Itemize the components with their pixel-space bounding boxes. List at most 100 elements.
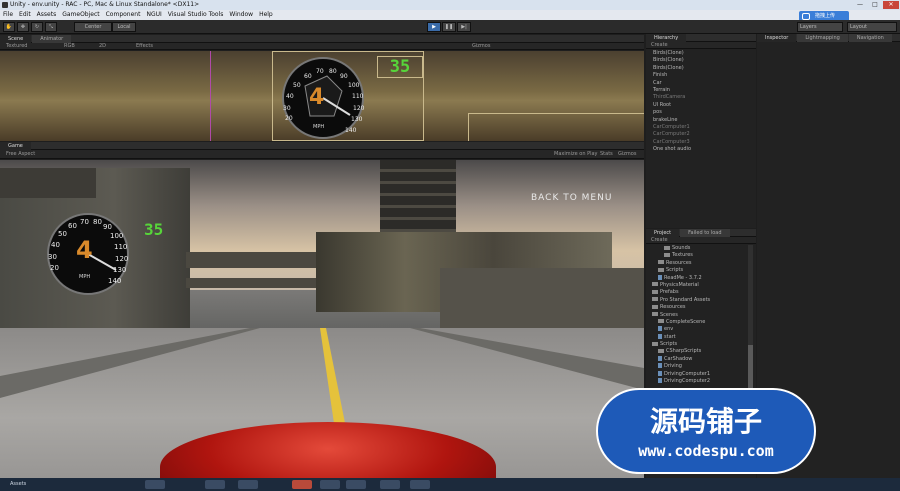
project-item[interactable]: Scenes [652, 312, 748, 319]
close-button[interactable]: ✕ [883, 1, 899, 9]
hand-tool-button[interactable]: ✋ [3, 22, 15, 32]
hierarchy-item[interactable]: Birds(Clone) [646, 50, 756, 57]
tab-project[interactable]: Project [646, 229, 680, 237]
project-item[interactable]: Textures [652, 252, 748, 259]
taskbar-app[interactable] [238, 480, 258, 489]
stats-toggle[interactable]: Stats [600, 150, 613, 159]
minimize-button[interactable]: — [853, 1, 867, 9]
project-item[interactable]: Driving [652, 363, 748, 370]
tab-failed-to-load[interactable]: Failed to load [680, 229, 730, 237]
upload-badge-label: 拖拽上传 [815, 13, 836, 19]
status-label: Assets [10, 481, 27, 487]
tab-inspector[interactable]: Inspector [757, 34, 797, 42]
menu-help[interactable]: Help [256, 10, 276, 20]
hierarchy-item[interactable]: Birds(Clone) [646, 65, 756, 72]
taskbar-app[interactable] [205, 480, 225, 489]
aspect-dropdown[interactable]: Free Aspect [6, 150, 35, 159]
project-item[interactable]: Scripts [652, 267, 748, 274]
project-item-label: CSharpScripts [666, 348, 702, 355]
hierarchy-item[interactable]: pos [646, 109, 756, 116]
tab-lightmapping[interactable]: Lightmapping [797, 34, 848, 42]
hud-speed-unit: MPH [79, 274, 91, 280]
folder-icon [652, 304, 658, 309]
tab-scene[interactable]: Scene [0, 35, 32, 43]
hierarchy-item[interactable]: CarComputer3 [646, 139, 756, 146]
project-item-label: Pro Standard Assets [660, 296, 711, 303]
project-item[interactable]: Pro Standard Assets [652, 297, 748, 304]
hierarchy-item[interactable]: One shot audio [646, 146, 756, 153]
project-item-label: CompleteScene [666, 318, 706, 325]
2d-toggle[interactable]: 2D [99, 43, 106, 50]
taskbar-app[interactable] [346, 480, 366, 489]
gauge-tick: 120 [353, 105, 365, 112]
project-create-button[interactable]: Create [651, 237, 668, 244]
effects-dropdown[interactable]: Effects [136, 43, 153, 50]
project-item[interactable]: ReadMe - 3.7.2 [652, 274, 748, 282]
project-item[interactable]: Resources [652, 304, 748, 311]
project-item[interactable]: Scripts [652, 341, 748, 348]
cloud-icon [802, 13, 810, 20]
pivot-center-toggle[interactable]: Center [74, 22, 112, 32]
tab-animator[interactable]: Animator [32, 35, 72, 43]
hierarchy-create-button[interactable]: Create [651, 42, 668, 49]
project-item[interactable]: CarShadow [652, 355, 748, 363]
taskbar-app[interactable] [380, 480, 400, 489]
project-item[interactable]: DrivingComputer2 [652, 378, 748, 385]
hierarchy-item[interactable]: Finish [646, 72, 756, 79]
hierarchy-item[interactable]: ThirdCamera [646, 94, 756, 101]
back-to-menu-button[interactable]: BACK TO MENU [531, 193, 612, 203]
hierarchy-item[interactable]: brakeLine [646, 117, 756, 124]
project-item[interactable]: start [652, 333, 748, 341]
tab-hierarchy[interactable]: Hierarchy [646, 34, 687, 42]
layers-dropdown[interactable]: Layers [797, 22, 843, 32]
hierarchy-item[interactable]: Birds(Clone) [646, 57, 756, 64]
play-button[interactable]: ▶ [427, 22, 441, 32]
project-item[interactable]: PhysicsMaterial [652, 282, 748, 289]
folder-icon [658, 260, 664, 265]
project-item-label: ReadMe - 3.7.2 [664, 274, 702, 281]
game-gizmos-dropdown[interactable]: Gizmos [618, 150, 636, 159]
game-view[interactable]: 20 30 40 50 60 70 80 90 100 110 120 130 … [0, 160, 644, 478]
tab-game[interactable]: Game [0, 142, 31, 150]
menu-ngui[interactable]: NGUI [143, 10, 164, 20]
hierarchy-item[interactable]: CarComputer2 [646, 131, 756, 138]
project-item[interactable]: Sounds [652, 245, 748, 252]
rotate-tool-button[interactable]: ↻ [31, 22, 43, 32]
taskbar-app[interactable] [410, 480, 430, 489]
hierarchy-item[interactable]: UI Root [646, 102, 756, 109]
menu-component[interactable]: Component [103, 10, 144, 20]
scale-tool-button[interactable]: ⤡ [45, 22, 57, 32]
hierarchy-item[interactable]: Terrain [646, 87, 756, 94]
menu-file[interactable]: File [0, 10, 16, 20]
pause-button[interactable]: ❚❚ [442, 22, 456, 32]
project-item[interactable]: CSharpScripts [652, 348, 748, 355]
maximize-button[interactable]: □ [868, 1, 882, 9]
menu-gameobject[interactable]: GameObject [59, 10, 102, 20]
scene-gizmos-dropdown[interactable]: Gizmos [472, 43, 490, 50]
taskbar-app[interactable] [145, 480, 165, 489]
rgb-dropdown[interactable]: RGB [64, 43, 75, 50]
hierarchy-item[interactable]: CarComputer1 [646, 124, 756, 131]
move-tool-button[interactable]: ✥ [17, 22, 29, 32]
window-title: Unity - env.unity - RAC - PC, Mac & Linu… [10, 1, 200, 8]
step-button[interactable]: ▶| [457, 22, 471, 32]
pivot-local-toggle[interactable]: Local [112, 22, 136, 32]
hierarchy-item[interactable]: Car [646, 80, 756, 87]
menu-window[interactable]: Window [226, 10, 256, 20]
project-item[interactable]: env [652, 326, 748, 333]
shading-mode-dropdown[interactable]: Textured [6, 43, 27, 50]
scene-view[interactable]: 20 30 40 50 60 70 80 90 100 110 120 130 … [0, 51, 644, 141]
menu-visual-studio-tools[interactable]: Visual Studio Tools [165, 10, 227, 20]
taskbar-app[interactable] [320, 480, 340, 489]
project-item[interactable]: CompleteScene [652, 319, 748, 326]
menu-edit[interactable]: Edit [16, 10, 34, 20]
project-item[interactable]: Prefabs [652, 289, 748, 296]
taskbar-app[interactable] [292, 480, 312, 489]
project-item[interactable]: Resources [652, 260, 748, 267]
tab-navigation[interactable]: Navigation [848, 34, 892, 42]
maximize-on-play-toggle[interactable]: Maximize on Play [554, 150, 598, 159]
menu-assets[interactable]: Assets [34, 10, 60, 20]
layout-dropdown[interactable]: Layout [847, 22, 897, 32]
project-item[interactable]: DrivingComputer1 [652, 370, 748, 378]
bridge-lower [186, 278, 326, 288]
